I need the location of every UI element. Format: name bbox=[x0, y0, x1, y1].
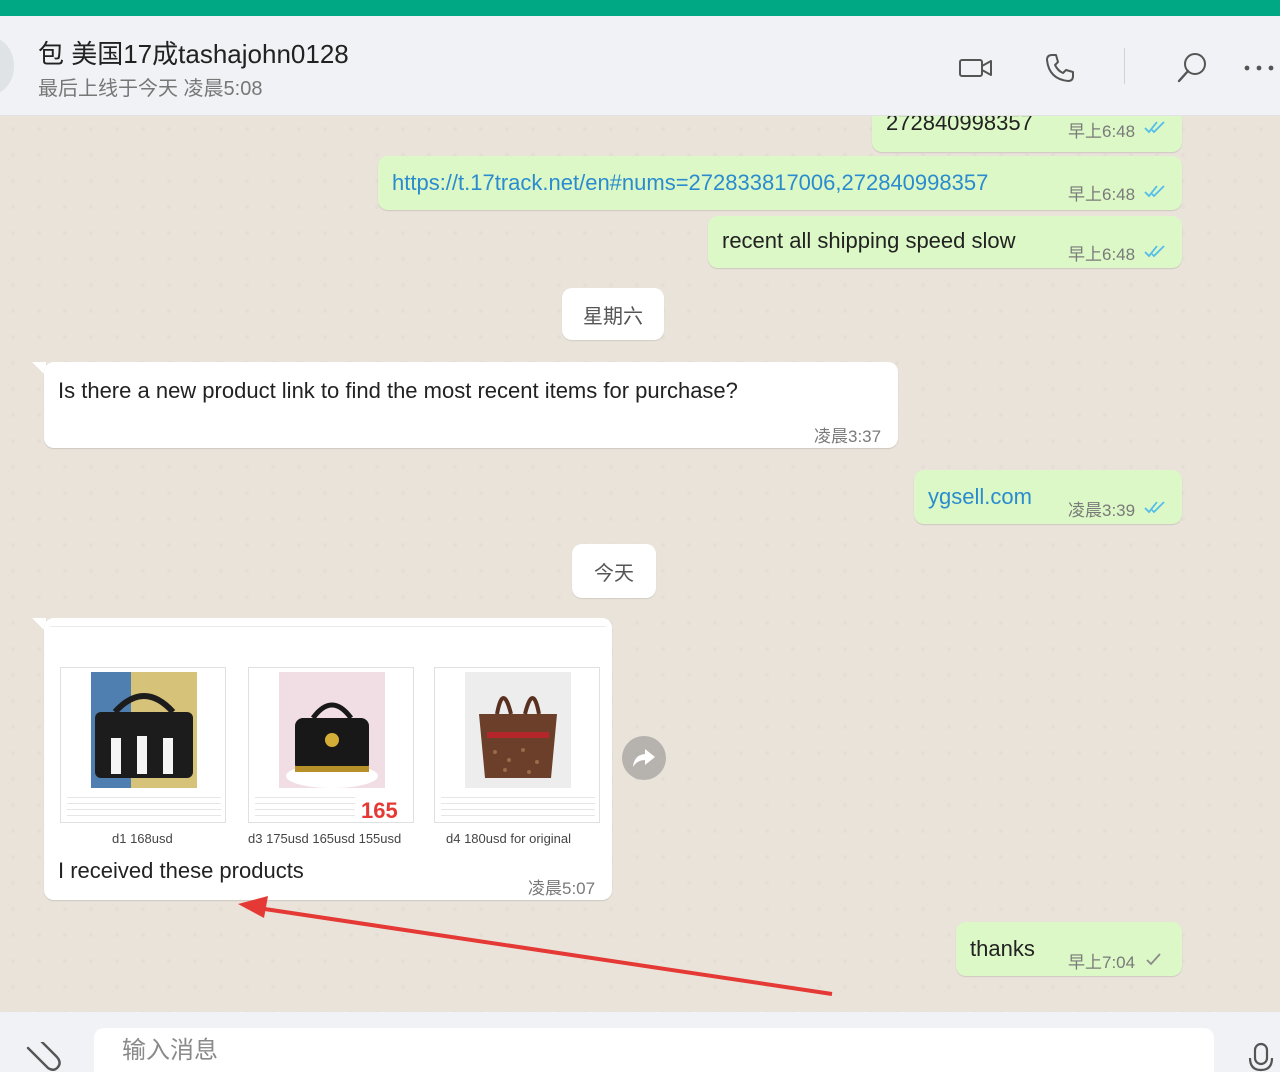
message-text: 272840998357 bbox=[886, 116, 1033, 135]
chat-header: 包 美国17成tashajohn0128 最后上线于今天 凌晨5:08 bbox=[0, 16, 1280, 116]
message-time: 凌晨5:07 bbox=[528, 879, 596, 898]
product-details bbox=[255, 792, 355, 818]
product-card bbox=[434, 667, 600, 823]
product-caption: d3 175usd 165usd 155usd bbox=[248, 831, 402, 846]
date-separator: 今天 bbox=[572, 544, 656, 598]
message-bubble-outgoing[interactable]: 272840998357 早上6:48 bbox=[872, 116, 1182, 152]
top-accent-bar bbox=[0, 0, 1280, 16]
message-link[interactable]: ygsell.com bbox=[928, 484, 1032, 510]
message-time: 早上6:48 bbox=[1068, 245, 1136, 264]
contact-status: 最后上线于今天 凌晨5:08 bbox=[38, 78, 263, 100]
message-link[interactable]: https://t.17track.net/en#nums=2728338170… bbox=[392, 170, 988, 196]
contact-name[interactable]: 包 美国17成tashajohn0128 bbox=[38, 34, 349, 71]
product-card bbox=[60, 667, 226, 823]
message-time: 凌晨3:39 bbox=[1068, 501, 1136, 520]
message-bubble-outgoing[interactable]: ygsell.com 凌晨3:39 bbox=[914, 470, 1182, 524]
product-image-attachment[interactable]: d1 168usd 165 d3 175usd 165usd 155usd d4… bbox=[50, 626, 606, 848]
message-time: 早上6:48 bbox=[1068, 185, 1136, 204]
message-time: 凌晨3:37 bbox=[814, 427, 882, 446]
product-caption: d4 180usd for original bbox=[446, 831, 572, 846]
message-bubble-incoming[interactable]: Is there a new product link to find the … bbox=[44, 362, 898, 448]
read-ticks-icon bbox=[1144, 121, 1165, 134]
message-list[interactable]: 272840998357 早上6:48 https://t.17track.ne… bbox=[0, 116, 1280, 1012]
handbag-photo-icon bbox=[465, 672, 571, 788]
video-call-icon[interactable] bbox=[954, 46, 998, 90]
message-input[interactable] bbox=[94, 1028, 1214, 1072]
message-bubble-outgoing[interactable]: https://t.17track.net/en#nums=2728338170… bbox=[378, 156, 1182, 210]
forward-icon bbox=[633, 749, 655, 767]
message-time: 早上6:48 bbox=[1068, 122, 1136, 141]
microphone-icon[interactable] bbox=[1246, 1042, 1276, 1072]
forward-button[interactable] bbox=[622, 736, 666, 780]
composer-bar bbox=[0, 1012, 1280, 1072]
message-text: I received these products bbox=[58, 858, 304, 883]
date-separator: 星期六 bbox=[562, 288, 664, 340]
read-ticks-icon bbox=[1144, 245, 1165, 258]
message-bubble-incoming[interactable]: d1 168usd 165 d3 175usd 165usd 155usd d4… bbox=[44, 618, 612, 900]
voice-call-icon[interactable] bbox=[1038, 46, 1082, 90]
product-card: 165 bbox=[248, 667, 414, 823]
product-caption: d1 168usd bbox=[112, 831, 173, 846]
read-ticks-icon bbox=[1144, 185, 1165, 198]
avatar[interactable] bbox=[0, 38, 14, 94]
header-divider bbox=[1124, 48, 1125, 84]
product-details bbox=[441, 792, 595, 818]
handbag-photo-icon bbox=[279, 672, 385, 788]
message-text: recent all shipping speed slow bbox=[722, 228, 1016, 253]
handbag-photo-icon bbox=[91, 672, 197, 788]
sent-tick-icon bbox=[1146, 953, 1161, 966]
message-time: 早上7:04 bbox=[1068, 953, 1136, 972]
message-text: thanks bbox=[970, 936, 1035, 961]
product-details bbox=[67, 792, 221, 818]
paperclip-icon[interactable] bbox=[22, 1042, 62, 1072]
read-ticks-icon bbox=[1144, 501, 1165, 514]
price-tag: 165 bbox=[361, 798, 398, 823]
message-text: Is there a new product link to find the … bbox=[58, 378, 738, 403]
more-icon[interactable] bbox=[1238, 46, 1280, 90]
message-bubble-outgoing[interactable]: recent all shipping speed slow 早上6:48 bbox=[708, 216, 1182, 268]
search-icon[interactable] bbox=[1170, 46, 1214, 90]
message-bubble-outgoing[interactable]: thanks 早上7:04 bbox=[956, 922, 1182, 976]
